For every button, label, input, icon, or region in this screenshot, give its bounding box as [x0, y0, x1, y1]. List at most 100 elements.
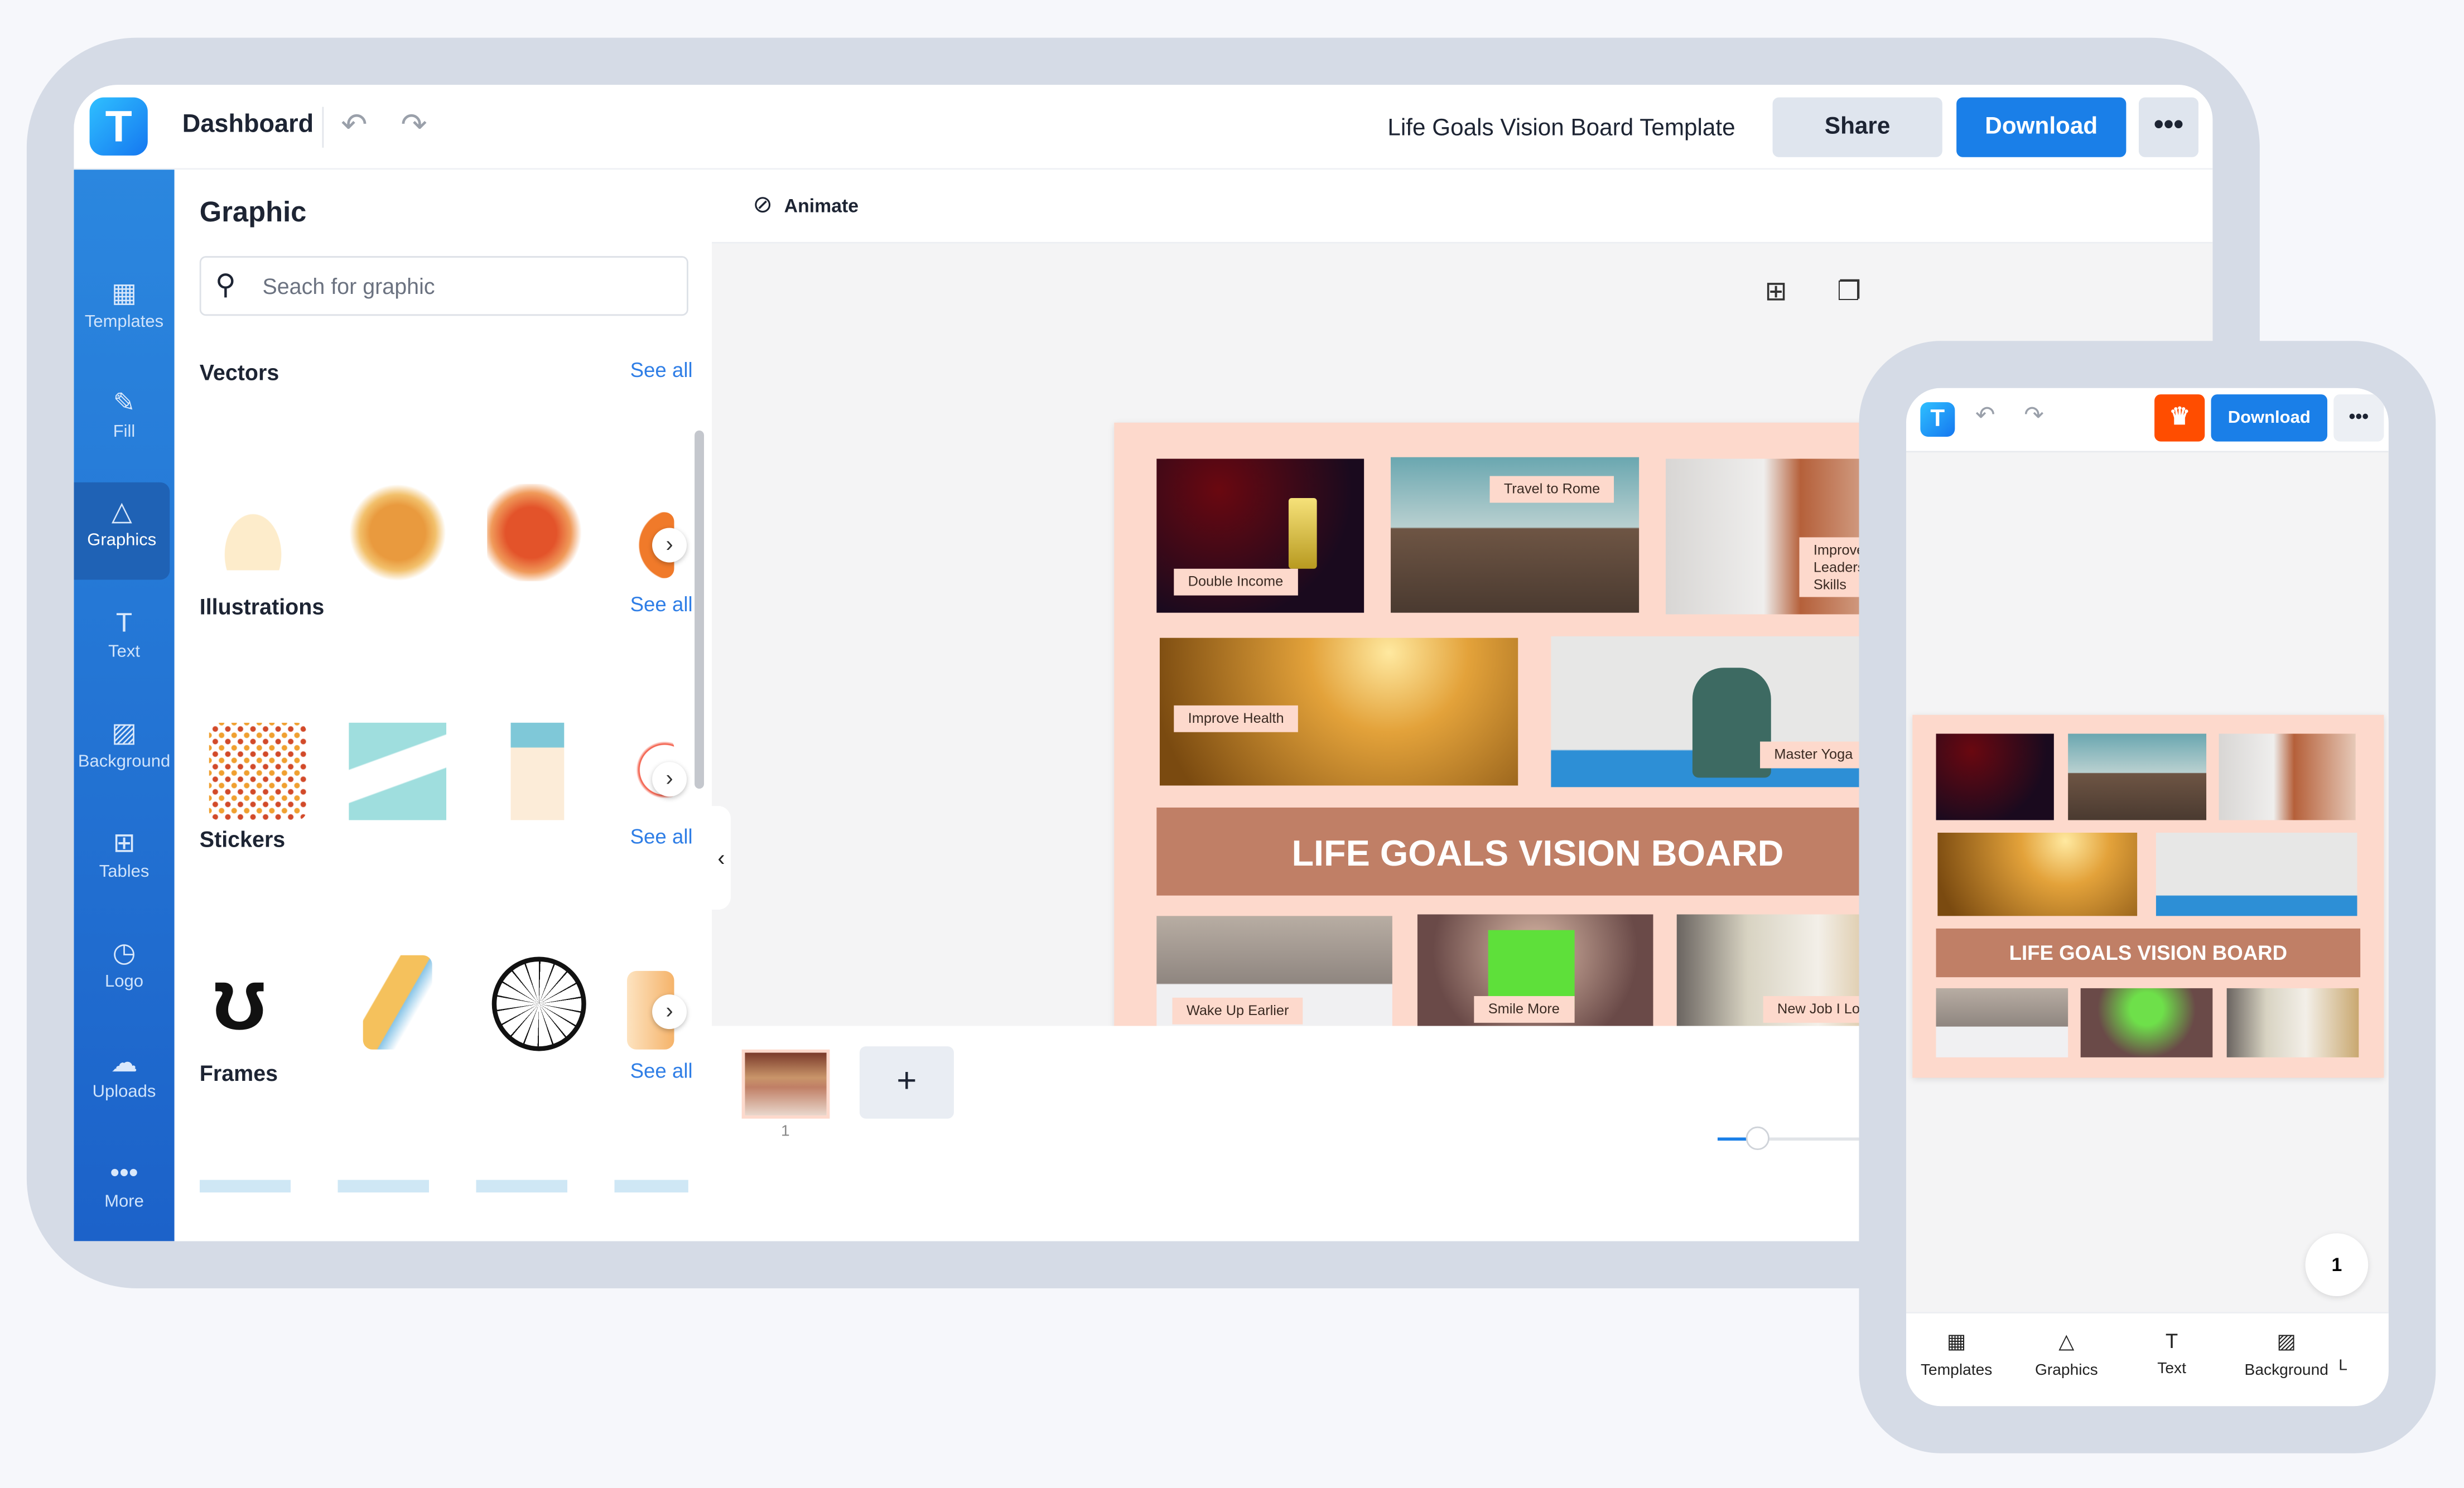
collapse-panel-handle[interactable]: ‹	[712, 806, 731, 910]
mobile-redo-icon[interactable]: ↷	[2024, 400, 2043, 429]
mobile-nav-text[interactable]: T Text	[2116, 1329, 2226, 1378]
mobile-app-logo[interactable]: T	[1920, 402, 1955, 437]
crown-icon[interactable]: ♛	[2154, 394, 2205, 442]
canvas-toolbar: ⊘ Animate	[712, 170, 2213, 244]
mobile-more-icon[interactable]: •••	[2333, 394, 2384, 442]
panel-title: Graphic	[199, 196, 307, 228]
animate-icon: ⊘	[753, 191, 773, 219]
mobile-nav-more[interactable]: L	[2327, 1357, 2359, 1375]
mobile-editor: T ↶ ↷ ♛ Download ••• LIFE GOALS VISION B…	[1906, 388, 2389, 1407]
sidebar-item-text[interactable]: T Text	[74, 594, 174, 692]
page-number: 1	[781, 1123, 790, 1141]
add-page-button[interactable]: +	[859, 1046, 954, 1119]
sidebar-item-templates[interactable]: ▦ Templates	[74, 264, 174, 361]
shoe-sticker[interactable]	[363, 955, 432, 1050]
graphics-panel: Graphic Seach for graphic ⚲ Vectors See …	[174, 170, 712, 1241]
search-input[interactable]: Seach for graphic	[199, 256, 688, 316]
templates-icon: ▦	[111, 278, 137, 308]
background-icon: ▨	[2277, 1329, 2297, 1353]
vision-board[interactable]: Double Income Travel to Rome Improve Lea…	[1114, 422, 1933, 1075]
shapes-icon: △	[111, 496, 132, 526]
mobile-board-title: LIFE GOALS VISION BOARD	[1936, 928, 2361, 978]
sandcastle-vector[interactable]	[209, 491, 297, 571]
mobile-photo-wake-up	[1936, 988, 2068, 1057]
duplicate-page-icon[interactable]: ❐	[1837, 277, 1861, 308]
page-thumbnail[interactable]	[741, 1049, 830, 1119]
board-title[interactable]: LIFE GOALS VISION BOARD	[1156, 807, 1919, 896]
sidebar-item-more[interactable]: ••• More	[74, 1144, 174, 1241]
photo-colosseum[interactable]: Travel to Rome	[1391, 457, 1640, 613]
see-all-frames[interactable]: See all	[630, 1059, 693, 1083]
panel-scrollbar[interactable]	[695, 430, 705, 789]
mobile-photo-colosseum	[2068, 733, 2207, 820]
zoom-slider-handle[interactable]	[1746, 1126, 1770, 1151]
mobile-vision-board[interactable]: LIFE GOALS VISION BOARD	[1912, 714, 2384, 1078]
mobile-photo-gold-bar	[1936, 733, 2054, 820]
see-all-illustrations[interactable]: See all	[630, 592, 693, 616]
undo-icon[interactable]: ↶	[341, 105, 367, 144]
confetti-illustration[interactable]	[209, 722, 307, 820]
sidebar-item-tables[interactable]: ⊞ Tables	[74, 814, 174, 911]
phone-frame: T ↶ ↷ ♛ Download ••• LIFE GOALS VISION B…	[1859, 341, 2436, 1453]
arch-illustration[interactable]	[510, 722, 565, 820]
illustrations-next-arrow[interactable]: ›	[652, 762, 687, 797]
mobile-download-button[interactable]: Download	[2211, 394, 2327, 442]
mobile-photo-new-job	[2226, 988, 2359, 1057]
vectors-next-arrow[interactable]: ›	[652, 528, 687, 563]
upload-cloud-icon: ☁	[110, 1047, 138, 1078]
animate-button[interactable]: Animate	[784, 195, 859, 216]
wave-illustration[interactable]	[349, 722, 447, 820]
background-icon: ▨	[111, 718, 137, 748]
section-illustrations: Illustrations	[199, 593, 325, 619]
section-stickers: Stickers	[199, 826, 286, 852]
download-button[interactable]: Download	[1956, 97, 2127, 157]
deer-vector[interactable]	[349, 484, 447, 582]
wheel-sticker[interactable]	[491, 956, 586, 1051]
sidebar-item-fill[interactable]: ✎ Fill	[74, 374, 174, 471]
mobile-photo-yoga	[2156, 833, 2357, 916]
add-page-icon[interactable]: ⊞	[1764, 277, 1787, 308]
see-all-vectors[interactable]: See all	[630, 358, 693, 381]
search-icon: ⚲	[215, 268, 237, 301]
photo-smile[interactable]: Smile More	[1417, 914, 1653, 1039]
pencil-icon: ✎	[113, 388, 136, 418]
table-icon: ⊞	[113, 828, 136, 858]
section-frames: Frames	[199, 1060, 278, 1086]
mobile-top-bar: T ↶ ↷ ♛ Download •••	[1906, 388, 2389, 453]
redo-icon[interactable]: ↷	[401, 105, 427, 144]
knot-sticker[interactable]: ʊ	[212, 954, 267, 1043]
mobile-photo-running	[1937, 833, 2138, 916]
mobile-nav-background[interactable]: ▨ Background	[2231, 1329, 2341, 1379]
sidebar-item-graphics[interactable]: △ Graphics	[74, 482, 170, 580]
mobile-nav-templates[interactable]: ▦ Templates	[1906, 1329, 2012, 1379]
see-all-stickers[interactable]: See all	[630, 825, 693, 848]
more-icon: •••	[110, 1158, 138, 1188]
mobile-bottom-nav: ▦ Templates △ Graphics T Text ▨ Background L	[1906, 1312, 2389, 1407]
sidebar-item-background[interactable]: ▨ Background	[74, 704, 174, 801]
dashboard-link[interactable]: Dashboard	[182, 112, 314, 140]
more-options-icon[interactable]: •••	[2138, 97, 2198, 157]
sidebar-item-logo[interactable]: ◷ Logo	[74, 924, 174, 1021]
frames-preview[interactable]	[199, 1180, 688, 1193]
share-button[interactable]: Share	[1772, 97, 1942, 157]
sidebar-item-uploads[interactable]: ☁ Uploads	[74, 1034, 174, 1132]
pages-icon[interactable]: 1	[2305, 1233, 2369, 1297]
templates-icon: ▦	[1946, 1329, 1966, 1353]
mobile-photo-smile	[2080, 988, 2213, 1057]
photo-running[interactable]: Improve Health	[1159, 637, 1518, 786]
section-vectors: Vectors	[199, 360, 279, 385]
divider	[322, 107, 324, 148]
logo-icon: ◷	[112, 938, 136, 968]
stickers-next-arrow[interactable]: ›	[652, 994, 687, 1030]
hedgehog-leaves-vector[interactable]	[487, 484, 585, 582]
document-title[interactable]: Life Goals Vision Board Template	[1387, 115, 1735, 142]
photo-gold-bar[interactable]: Double Income	[1156, 458, 1364, 613]
text-icon: T	[2165, 1329, 2178, 1353]
mobile-nav-graphics[interactable]: △ Graphics	[2012, 1329, 2121, 1379]
top-bar: T Dashboard ↶ ↷ Life Goals Vision Board …	[74, 85, 2213, 170]
app-logo[interactable]: T	[89, 97, 148, 156]
shapes-icon: △	[2058, 1329, 2075, 1353]
photo-wake-up[interactable]: Wake Up Earlier	[1156, 916, 1392, 1039]
mobile-undo-icon[interactable]: ↶	[1975, 400, 1995, 429]
sidebar: ▦ Templates ✎ Fill △ Graphics T Text ▨ Backgr…	[74, 170, 175, 1241]
